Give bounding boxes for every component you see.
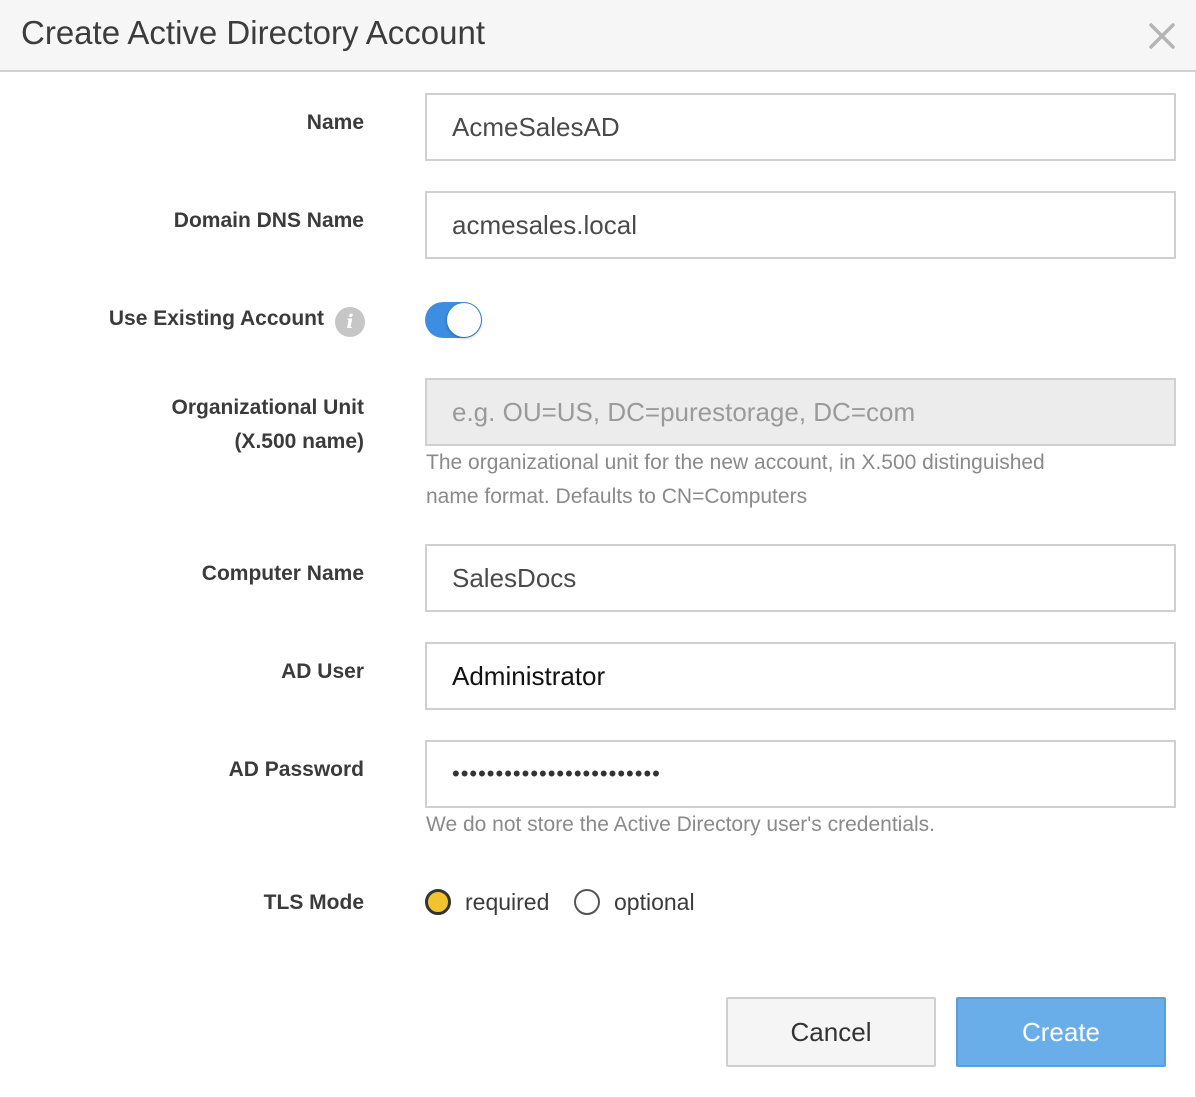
organizational-unit-sublabel: (X.500 name)	[234, 430, 364, 453]
organizational-unit-help-line1: The organizational unit for the new acco…	[426, 451, 1045, 474]
tls-required-label[interactable]: required	[465, 889, 549, 916]
organizational-unit-help-line2: name format. Defaults to CN=Computers	[426, 485, 808, 508]
create-ad-account-dialog: Create Active Directory Account Name Dom…	[0, 0, 1196, 1098]
toggle-knob	[447, 303, 481, 337]
ad-password-help: We do not store the Active Directory use…	[426, 813, 936, 836]
ad-user-input[interactable]	[425, 642, 1176, 710]
tls-optional-radio[interactable]	[574, 889, 600, 915]
ad-password-label: AD Password	[228, 758, 364, 781]
dialog-header: Create Active Directory Account	[0, 0, 1196, 72]
domain-dns-name-input[interactable]	[425, 191, 1176, 259]
ad-user-label: AD User	[281, 660, 364, 683]
dialog-title: Create Active Directory Account	[21, 14, 486, 51]
ad-password-input[interactable]	[425, 740, 1176, 808]
domain-dns-name-label: Domain DNS Name	[173, 209, 364, 232]
use-existing-account-toggle[interactable]	[425, 302, 482, 338]
computer-name-label: Computer Name	[201, 562, 364, 585]
tls-optional-label[interactable]: optional	[614, 889, 695, 916]
tls-mode-label: TLS Mode	[263, 891, 364, 914]
cancel-button[interactable]: Cancel	[726, 997, 936, 1067]
name-label: Name	[306, 111, 364, 134]
computer-name-input[interactable]	[425, 544, 1176, 612]
name-input[interactable]	[425, 93, 1176, 161]
info-icon[interactable]: i	[335, 307, 365, 337]
use-existing-account-label: Use Existing Account	[108, 307, 324, 330]
organizational-unit-label: Organizational Unit	[171, 396, 364, 419]
tls-required-radio[interactable]	[425, 889, 451, 915]
create-button[interactable]: Create	[956, 997, 1166, 1067]
organizational-unit-input[interactable]	[425, 378, 1176, 446]
close-icon[interactable]	[1144, 18, 1180, 54]
